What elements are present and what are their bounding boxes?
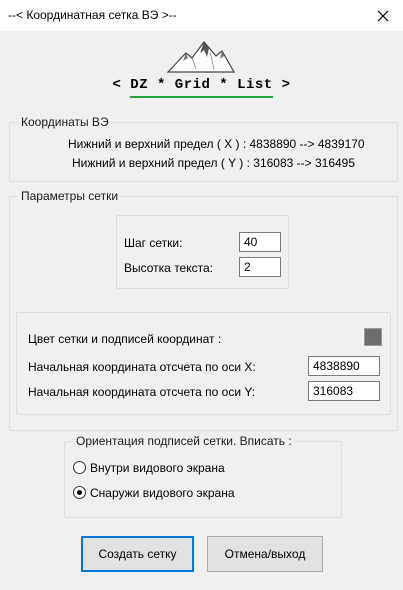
window-title: --< Координатная сетка ВЭ >-- xyxy=(8,8,177,22)
grid-color-label: Цвет сетки и подписей координат : xyxy=(28,332,222,346)
grid-color-swatch[interactable] xyxy=(364,328,382,346)
orientation-group: Ориентация подписей сетки. Вписать : Вну… xyxy=(64,434,342,518)
text-height-input[interactable] xyxy=(239,257,281,277)
text-height-label: Высотка текста: xyxy=(124,261,213,275)
radio-inside[interactable] xyxy=(73,461,86,474)
x-limits-text: Нижний и верхний предел ( X ) : 4838890 … xyxy=(68,137,365,151)
coords-group: Координаты ВЭ Нижний и верхний предел ( … xyxy=(9,115,398,182)
grid-size-box: Шаг сетки: Высотка текста: xyxy=(116,215,289,289)
grid-params-group: Параметры сетки Шаг сетки: Высотка текст… xyxy=(9,189,398,431)
cancel-button[interactable]: Отмена/выход xyxy=(207,536,323,572)
orientation-legend: Ориентация подписей сетки. Вписать : xyxy=(73,434,295,448)
grid-params-legend: Параметры сетки xyxy=(18,189,122,203)
radio-outside-label[interactable]: Снаружи видового экрана xyxy=(90,486,235,500)
grid-step-input[interactable] xyxy=(239,232,281,252)
start-x-input[interactable] xyxy=(308,356,380,376)
y-limits-text: Нижний и верхний предел ( Y ) : 316083 -… xyxy=(72,156,356,170)
grid-step-label: Шаг сетки: xyxy=(124,236,183,250)
radio-inside-label[interactable]: Внутри видового экрана xyxy=(90,461,225,475)
start-y-input[interactable] xyxy=(308,381,380,401)
logo-underline xyxy=(130,96,273,98)
mountain-icon xyxy=(166,41,236,73)
start-y-label: Начальная координата отсчета по оси Y: xyxy=(28,385,256,399)
create-grid-button[interactable]: Создать сетку xyxy=(81,536,194,572)
radio-outside[interactable] xyxy=(73,486,86,499)
start-x-label: Начальная координата отсчета по оси X: xyxy=(28,360,256,374)
grid-coords-box: Цвет сетки и подписей координат : Началь… xyxy=(16,312,391,415)
close-icon[interactable] xyxy=(377,10,389,22)
logo: < DZ * Grid * List > xyxy=(0,31,403,103)
coords-group-legend: Координаты ВЭ xyxy=(18,115,112,129)
logo-text: < DZ * Grid * List > xyxy=(112,77,291,93)
title-bar: --< Координатная сетка ВЭ >-- xyxy=(0,0,403,31)
close-button[interactable] xyxy=(363,0,403,31)
